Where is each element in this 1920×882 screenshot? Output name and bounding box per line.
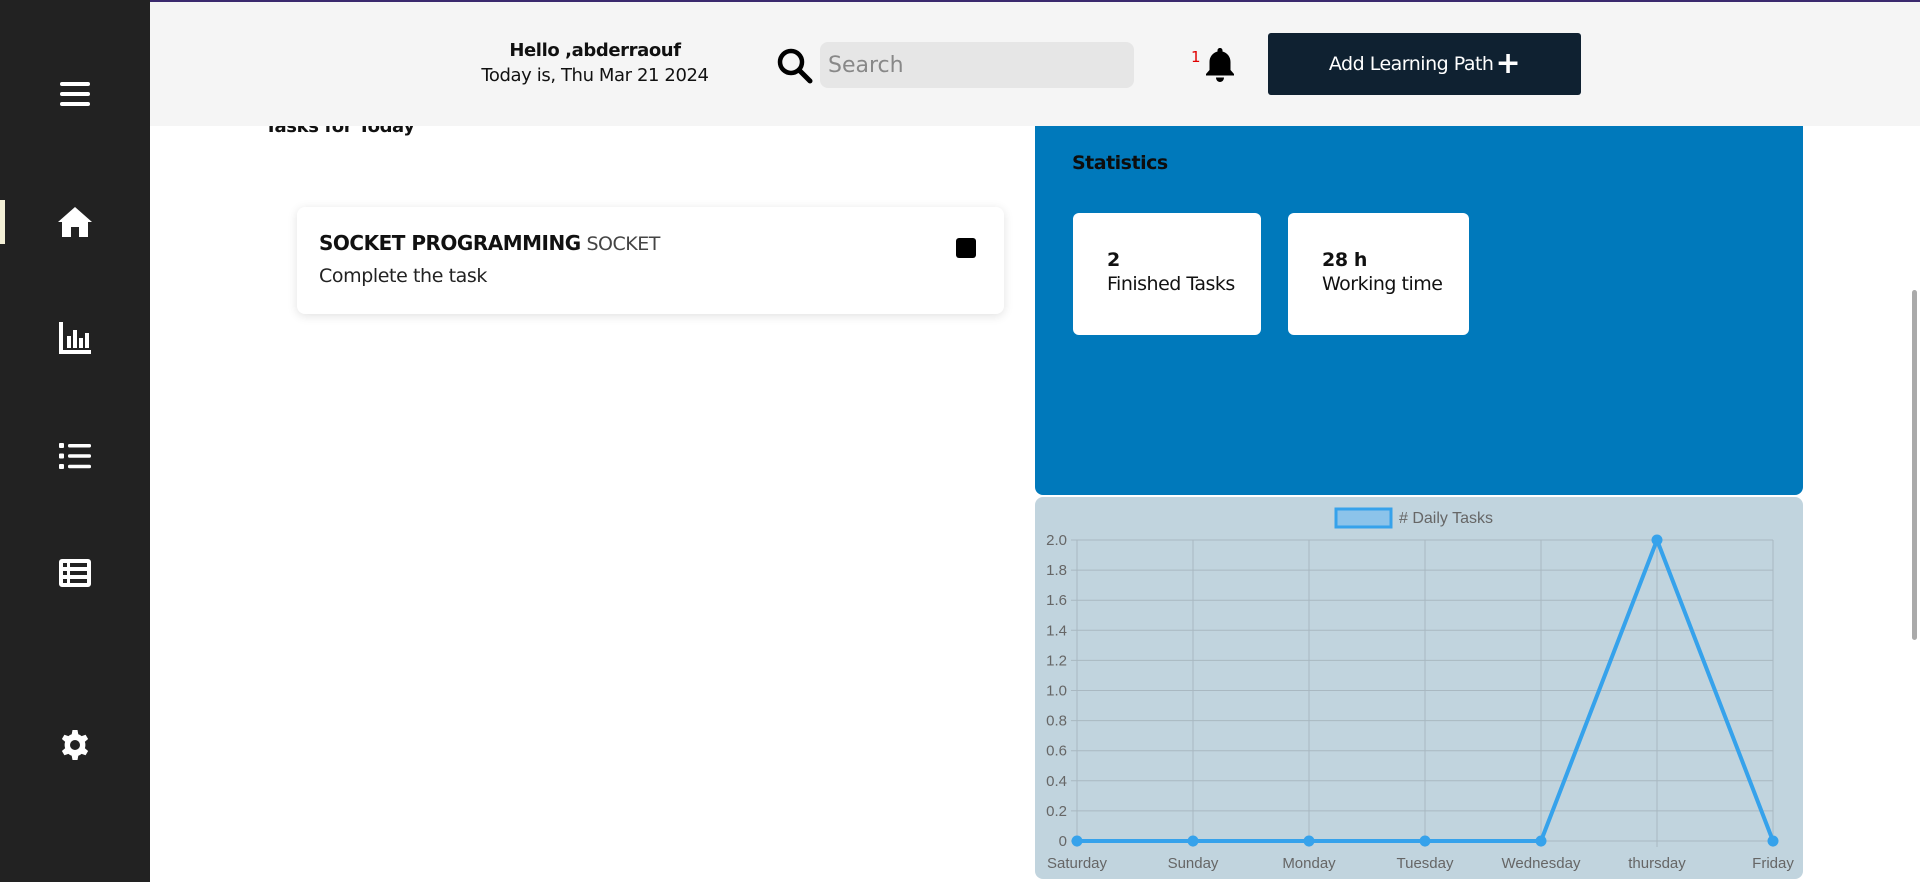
chart-canvas: 0 0.2 0.4 0.6 0.8 1.0 1.2 1.4 1.6 1.8 2.0 Saturday S… xyxy=(1046,507,1794,872)
hamburger-icon xyxy=(60,82,90,106)
stat-card-working-time: 28 h Working time xyxy=(1288,213,1469,335)
sidebar-item-list[interactable] xyxy=(0,426,150,486)
header: Hello ,abderraouf Today is, Thu Mar 21 2… xyxy=(150,2,1920,126)
data-point xyxy=(1535,835,1547,847)
home-icon xyxy=(58,207,92,237)
y-tick-label: 0.4 xyxy=(1046,773,1067,790)
x-tick-label: thursday xyxy=(1628,855,1686,872)
task-tag: SOCKET xyxy=(586,233,660,255)
y-tick-label: 1.8 xyxy=(1046,562,1067,579)
gear-icon xyxy=(61,730,89,760)
data-point xyxy=(1651,534,1663,546)
data-point xyxy=(1187,835,1199,847)
stat-value: 2 xyxy=(1107,249,1120,271)
bell-icon[interactable] xyxy=(1203,47,1237,83)
x-tick-label: Monday xyxy=(1282,855,1336,872)
daily-tasks-chart: 0 0.2 0.4 0.6 0.8 1.0 1.2 1.4 1.6 1.8 2.0 Saturday S… xyxy=(1035,497,1803,879)
legend-swatch xyxy=(1334,507,1393,529)
task-description: Complete the task xyxy=(319,265,488,287)
table-list-icon xyxy=(59,559,91,587)
y-tick-label: 2.0 xyxy=(1046,532,1067,549)
data-point xyxy=(1419,835,1431,847)
data-point xyxy=(1303,835,1315,847)
x-tick-label: Saturday xyxy=(1047,855,1108,872)
scrollbar-thumb[interactable] xyxy=(1912,290,1917,640)
task-checkbox[interactable] xyxy=(956,238,976,258)
list-icon xyxy=(59,443,91,469)
stat-value: 28 h xyxy=(1322,249,1367,271)
stat-card-finished-tasks: 2 Finished Tasks xyxy=(1073,213,1261,335)
plus-icon: + xyxy=(1495,46,1521,81)
task-name: SOCKET PROGRAMMING xyxy=(319,231,581,255)
search-icon[interactable] xyxy=(775,46,815,86)
y-tick-label: 0.8 xyxy=(1046,713,1067,730)
task-card[interactable]: SOCKET PROGRAMMING SOCKET Complete the t… xyxy=(297,207,1004,314)
x-tick-label: Wednesday xyxy=(1502,855,1581,872)
date-text: Today is, Thu Mar 21 2024 xyxy=(481,65,709,86)
y-tick-label: 1.0 xyxy=(1046,683,1067,700)
greeting-block: Hello ,abderraouf Today is, Thu Mar 21 2… xyxy=(480,40,710,86)
x-tick-label: Friday xyxy=(1752,855,1794,872)
data-point xyxy=(1767,835,1779,847)
x-tick-label: Tuesday xyxy=(1397,855,1454,872)
add-button-label: Add Learning Path xyxy=(1328,53,1494,75)
y-tick-label: 1.2 xyxy=(1046,652,1067,669)
legend-label: # Daily Tasks xyxy=(1399,510,1493,527)
greeting-text: Hello ,abderraouf xyxy=(509,40,681,61)
statistics-panel: Statistics 2 Finished Tasks 28 h Working… xyxy=(1035,120,1803,495)
y-tick-label: 1.6 xyxy=(1046,592,1067,609)
sidebar-item-home[interactable] xyxy=(0,192,150,252)
bar-chart-icon xyxy=(59,322,91,354)
sidebar-item-statistics[interactable] xyxy=(0,308,150,368)
notification-count: 1 xyxy=(1191,48,1201,66)
add-learning-path-button[interactable]: Add Learning Path + xyxy=(1268,33,1581,95)
sidebar-item-settings[interactable] xyxy=(0,715,150,775)
x-tick-label: Sunday xyxy=(1168,855,1219,872)
y-tick-label: 0 xyxy=(1059,833,1067,850)
menu-button[interactable] xyxy=(0,64,150,124)
y-tick-label: 0.2 xyxy=(1046,803,1067,820)
sidebar-item-table[interactable] xyxy=(0,543,150,603)
stat-label: Working time xyxy=(1322,273,1443,295)
data-point xyxy=(1071,835,1083,847)
statistics-title: Statistics xyxy=(1072,152,1168,174)
sidebar xyxy=(0,0,150,882)
y-tick-label: 0.6 xyxy=(1046,743,1067,760)
task-name-line: SOCKET PROGRAMMING SOCKET xyxy=(319,231,660,255)
stat-label: Finished Tasks xyxy=(1107,273,1235,295)
y-tick-label: 1.4 xyxy=(1046,622,1067,639)
search-input[interactable] xyxy=(820,42,1134,88)
